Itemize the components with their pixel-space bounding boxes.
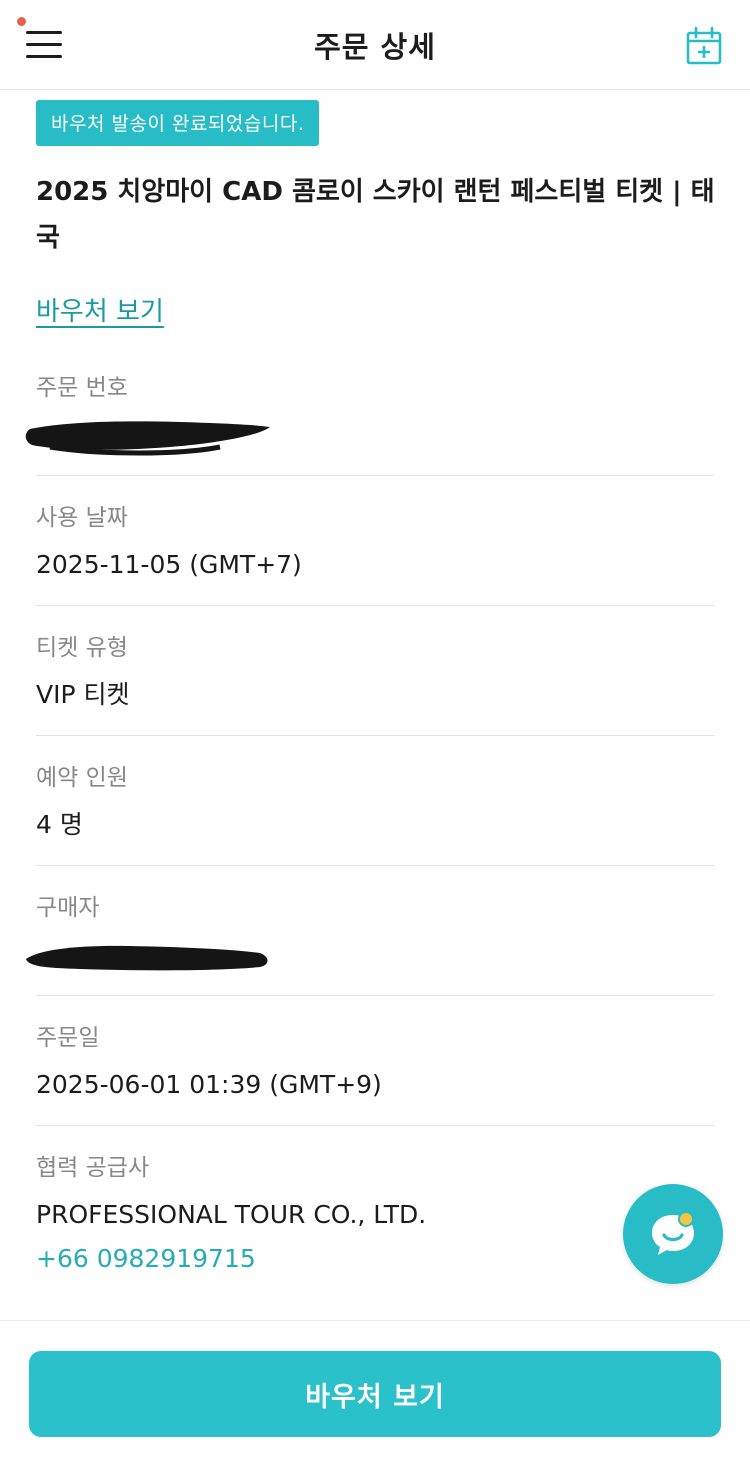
field-guests: 예약 인원 4 명 bbox=[36, 762, 714, 866]
field-order-number: 주문 번호 bbox=[25, 372, 714, 476]
calendar-add-icon[interactable] bbox=[686, 26, 722, 66]
field-ticket-type: 티켓 유형 VIP 티켓 bbox=[36, 632, 714, 736]
chat-bubble-icon[interactable] bbox=[623, 1184, 723, 1284]
field-buyer: 구매자 bbox=[26, 892, 714, 996]
status-badge: 바우처 발송이 완료되었습니다. bbox=[36, 100, 320, 146]
app-header: 주문 상세 bbox=[0, 0, 750, 90]
order-number-redacted bbox=[25, 417, 714, 456]
bottom-action-bar: 바우처 보기 bbox=[0, 1320, 750, 1481]
field-order-date: 주문일 2025-06-01 01:39 (GMT+9) bbox=[36, 1022, 714, 1126]
ticket-type-label: 티켓 유형 bbox=[36, 635, 128, 661]
order-fields: 주문 번호 사용 날짜 2025-11-05 (GMT+7) 티켓 유형 VIP… bbox=[25, 372, 714, 1299]
page-title: 주문 상세 bbox=[314, 30, 436, 64]
buyer-label: 구매자 bbox=[36, 895, 100, 921]
buyer-redacted bbox=[26, 937, 714, 973]
ticket-type-value: VIP 티켓 bbox=[36, 680, 130, 709]
order-date-label: 주문일 bbox=[36, 1025, 100, 1051]
supplier-phone-link[interactable]: +66 0982919715 bbox=[36, 1241, 714, 1277]
field-use-date: 사용 날짜 2025-11-05 (GMT+7) bbox=[36, 502, 714, 606]
guests-value: 4 명 bbox=[36, 810, 83, 839]
order-number-label: 주문 번호 bbox=[36, 375, 128, 401]
view-voucher-button[interactable]: 바우처 보기 bbox=[29, 1351, 721, 1437]
use-date-value: 2025-11-05 (GMT+7) bbox=[36, 550, 302, 579]
guests-label: 예약 인원 bbox=[36, 765, 128, 791]
supplier-label: 협력 공급사 bbox=[36, 1155, 150, 1181]
use-date-label: 사용 날짜 bbox=[36, 505, 128, 531]
product-title: 2025 치앙마이 CAD 콤로이 스카이 랜턴 페스티벌 티켓 | 태국 bbox=[36, 177, 715, 253]
field-supplier: 협력 공급사 PROFESSIONAL TOUR CO., LTD. +66 0… bbox=[36, 1152, 714, 1299]
supplier-name: PROFESSIONAL TOUR CO., LTD. bbox=[36, 1200, 427, 1229]
order-date-value: 2025-06-01 01:39 (GMT+9) bbox=[36, 1070, 382, 1099]
view-voucher-link[interactable]: 바우처 보기 bbox=[36, 291, 164, 328]
order-detail-content: 바우처 발송이 완료되었습니다. 2025 치앙마이 CAD 콤로이 스카이 랜… bbox=[25, 100, 715, 1325]
